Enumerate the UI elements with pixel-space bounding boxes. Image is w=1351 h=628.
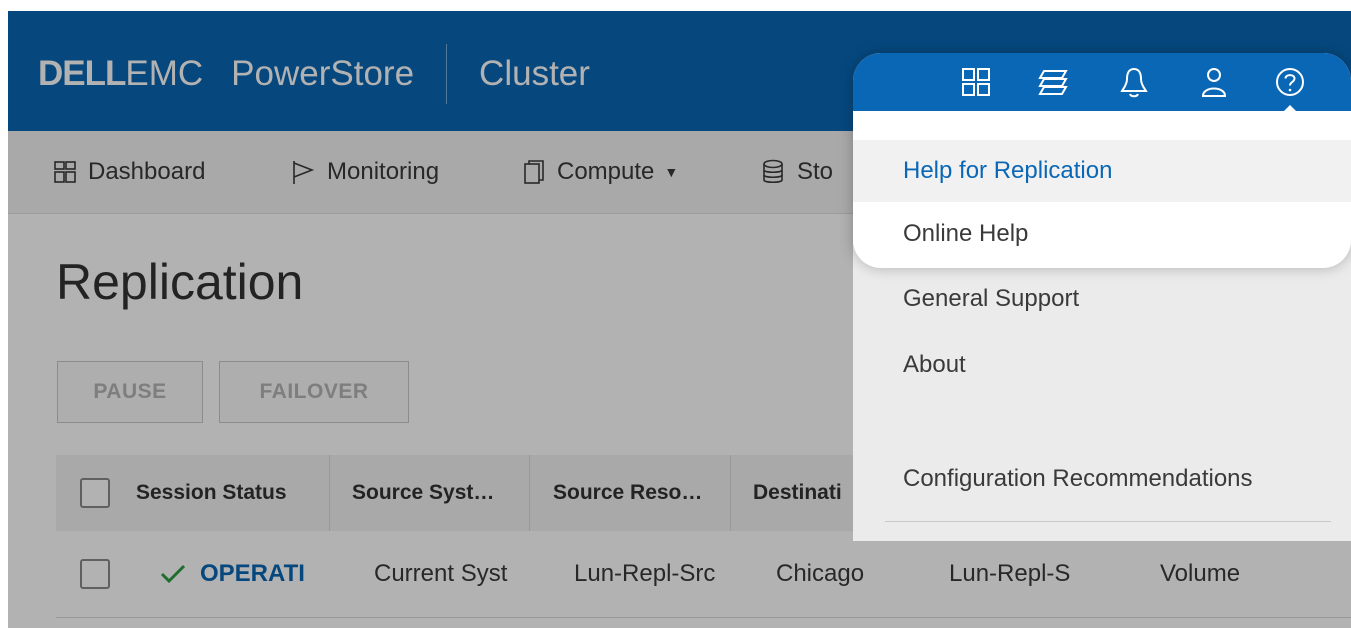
menu-caret	[1278, 105, 1302, 117]
bell-icon[interactable]	[1117, 65, 1151, 99]
menu-item-online-help[interactable]: Online Help	[853, 203, 1351, 265]
header-icon-bar	[853, 53, 1351, 111]
menu-item-configuration-recommendations[interactable]: Configuration Recommendations	[903, 465, 1253, 493]
menu-item-about[interactable]: About	[903, 351, 966, 379]
help-icon[interactable]	[1273, 65, 1307, 99]
menu-divider	[885, 521, 1331, 522]
menu-item-general-support[interactable]: General Support	[903, 285, 1079, 313]
jobs-icon[interactable]	[1037, 65, 1071, 99]
user-icon[interactable]	[1197, 65, 1231, 99]
dashboard-icon[interactable]	[959, 65, 993, 99]
menu-item-help-for-replication[interactable]: Help for Replication	[853, 140, 1351, 202]
spotlight-card: Help for Replication Online Help	[853, 53, 1351, 268]
app-window: DELL EMC PowerStore Cluster Dashboard Mo…	[8, 11, 1351, 628]
